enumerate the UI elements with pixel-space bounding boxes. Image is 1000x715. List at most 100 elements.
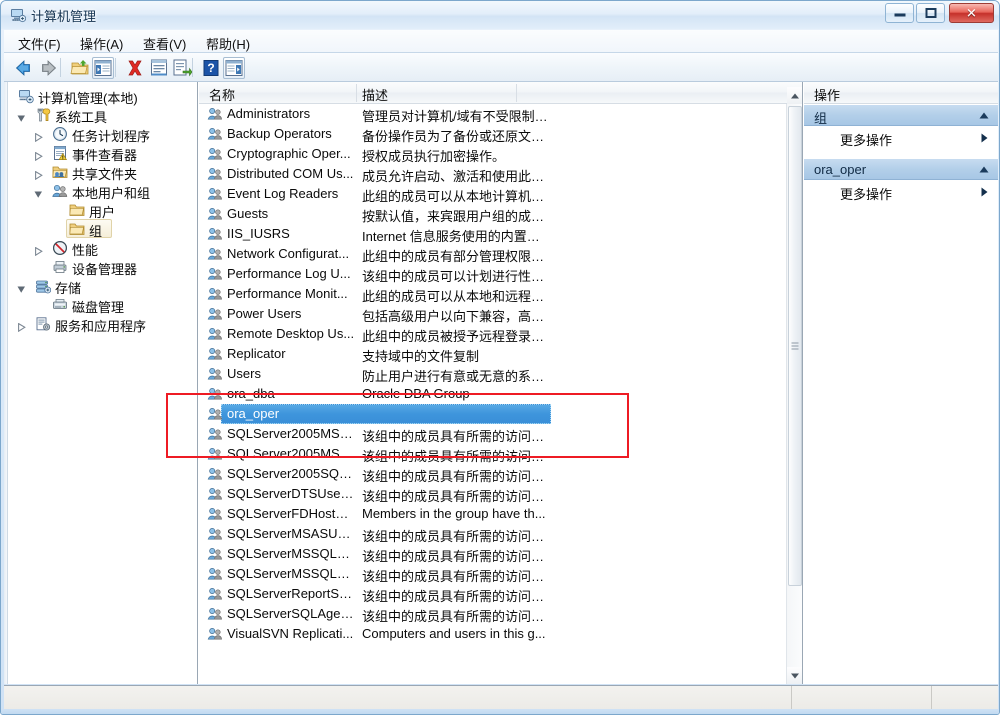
actions-panel-title: 操作 bbox=[804, 82, 998, 104]
tree-node-3[interactable]: 事件查看器 bbox=[4, 143, 197, 163]
table-row[interactable]: SQLServerMSSQLUs... 该组中的成员具有所需的访问权... bbox=[199, 564, 787, 584]
menu-action[interactable]: 操作(A) bbox=[80, 34, 123, 53]
table-row[interactable]: Event Log Readers 此组的成员可以从本地计算机中... bbox=[199, 184, 787, 204]
group-icon bbox=[207, 146, 223, 162]
scroll-up-arrow-icon bbox=[791, 93, 799, 98]
delete-icon[interactable] bbox=[124, 57, 146, 79]
scrollbar-thumb[interactable] bbox=[788, 106, 802, 586]
export-list-icon[interactable] bbox=[171, 57, 193, 79]
actions-more-actions-ora-oper[interactable]: 更多操作 bbox=[804, 181, 998, 203]
table-row[interactable]: SQLServerMSSQLSe... 该组中的成员具有所需的访问权... bbox=[199, 544, 787, 564]
table-row[interactable]: Users 防止用户进行有意或无意的系统... bbox=[199, 364, 787, 384]
toolbar-separator-2 bbox=[115, 58, 116, 77]
tree-expander-collapsed-icon[interactable] bbox=[17, 320, 26, 333]
actions-more-actions-groups[interactable]: 更多操作 bbox=[804, 127, 998, 149]
help-icon[interactable]: ? bbox=[200, 57, 222, 79]
back-arrow-icon[interactable] bbox=[12, 57, 34, 79]
actions-group-header-groups[interactable]: 组 bbox=[804, 104, 998, 126]
tree-node-5[interactable]: 本地用户和组 bbox=[4, 181, 197, 201]
group-icon bbox=[207, 486, 223, 502]
tree-node-8[interactable]: 性能 bbox=[4, 238, 197, 258]
table-row[interactable]: IIS_IUSRS Internet 信息服务使用的内置组。 bbox=[199, 224, 787, 244]
table-row[interactable]: VisualSVN Replicati... Computers and user… bbox=[199, 624, 787, 644]
table-row[interactable]: SQLServer2005SQL... 该组中的成员具有所需的访问权... bbox=[199, 464, 787, 484]
table-row[interactable]: SQLServer2005MSS... 该组中的成员具有所需的访问权... bbox=[199, 444, 787, 464]
group-description-cell: 授权成员执行加密操作。 bbox=[362, 149, 506, 164]
menu-file[interactable]: 文件(F) bbox=[18, 34, 61, 53]
table-row[interactable]: SQLServer2005MSS... 该组中的成员具有所需的访问权... bbox=[199, 424, 787, 444]
tree-expander-collapsed-icon[interactable] bbox=[34, 168, 43, 181]
show-hide-console-tree-icon[interactable] bbox=[92, 57, 114, 79]
group-description-cell: 该组中的成员具有所需的访问权... bbox=[362, 489, 552, 504]
chevron-up-icon bbox=[979, 112, 989, 119]
tree-node-4[interactable]: 共享文件夹 bbox=[4, 162, 197, 182]
tree-node-12[interactable]: 服务和应用程序 bbox=[4, 314, 197, 334]
table-row[interactable]: Cryptographic Oper... 授权成员执行加密操作。 bbox=[199, 144, 787, 164]
scroll-down-button[interactable] bbox=[787, 667, 802, 684]
tree-node-6[interactable]: 用户 bbox=[4, 200, 197, 220]
tree-expander-expanded-icon[interactable] bbox=[34, 187, 43, 198]
table-row[interactable]: Guests 按默认值，来宾跟用户组的成员... bbox=[199, 204, 787, 224]
tree-expander-expanded-icon[interactable] bbox=[17, 282, 26, 293]
tree-node-1[interactable]: 系统工具 bbox=[4, 105, 197, 125]
tree-expander-collapsed-icon[interactable] bbox=[34, 244, 43, 257]
group-description-cell: 支持域中的文件复制 bbox=[362, 349, 480, 364]
up-folder-icon[interactable] bbox=[69, 57, 91, 79]
table-row[interactable]: ora_oper bbox=[199, 404, 787, 424]
properties-icon[interactable] bbox=[148, 57, 170, 79]
column-divider-1[interactable] bbox=[356, 84, 357, 102]
table-row[interactable]: Performance Log U... 该组中的成员可以计划进行性能... bbox=[199, 264, 787, 284]
table-row[interactable]: Distributed COM Us... 成员允许启动、激活和使用此计... bbox=[199, 164, 787, 184]
group-name-cell: SQLServer2005SQL... bbox=[227, 466, 355, 481]
maximize-button[interactable] bbox=[916, 3, 945, 23]
tree-expander-collapsed-icon[interactable] bbox=[34, 130, 43, 143]
console-tree-panel: 计算机管理(本地) 系统工具 任务计划程序 事件查看器 共享文件夹 本地用户和组… bbox=[4, 82, 198, 684]
table-row[interactable]: SQLServerReportSe... 该组中的成员具有所需的访问权... bbox=[199, 584, 787, 604]
tree-node-9[interactable]: 设备管理器 bbox=[4, 257, 197, 277]
actions-more-actions-groups-label: 更多操作 bbox=[840, 133, 893, 148]
toolbar: ? bbox=[4, 53, 998, 82]
group-name-cell: SQLServer2005MSS... bbox=[227, 446, 355, 461]
list-vertical-scrollbar[interactable] bbox=[786, 87, 802, 684]
actions-group-header-ora-oper[interactable]: ora_oper bbox=[804, 158, 998, 180]
table-row[interactable]: SQLServerMSASUse... 该组中的成员具有所需的访问权... bbox=[199, 524, 787, 544]
group-description-cell: 该组中的成员具有所需的访问权... bbox=[362, 429, 552, 444]
show-action-pane-icon[interactable] bbox=[223, 57, 245, 79]
table-row[interactable]: SQLServerSQLAgent... 该组中的成员具有所需的访问权... bbox=[199, 604, 787, 624]
scroll-up-button[interactable] bbox=[787, 87, 802, 104]
tree-node-7[interactable]: 组 bbox=[4, 219, 197, 239]
tree-node-11[interactable]: 磁盘管理 bbox=[4, 295, 197, 315]
groups-list-panel: 名称 描述 Administrators 管理员对计算机/域有不受限制的... B… bbox=[199, 82, 803, 684]
main-content: 计算机管理(本地) 系统工具 任务计划程序 事件查看器 共享文件夹 本地用户和组… bbox=[4, 82, 998, 684]
table-row[interactable]: ora_dba Oracle DBA Group bbox=[199, 384, 787, 404]
table-row[interactable]: Administrators 管理员对计算机/域有不受限制的... bbox=[199, 104, 787, 124]
menu-help[interactable]: 帮助(H) bbox=[206, 34, 250, 53]
tree-node-10[interactable]: 存储 bbox=[4, 276, 197, 296]
group-description-cell: 该组中的成员具有所需的访问权... bbox=[362, 449, 552, 464]
table-row[interactable]: Network Configurat... 此组中的成员有部分管理权限来... bbox=[199, 244, 787, 264]
table-row[interactable]: Backup Operators 备份操作员为了备份或还原文件... bbox=[199, 124, 787, 144]
group-description-cell: 管理员对计算机/域有不受限制的... bbox=[362, 109, 552, 124]
table-row[interactable]: Remote Desktop Us... 此组中的成员被授予远程登录的... bbox=[199, 324, 787, 344]
close-button[interactable]: ✕ bbox=[949, 3, 994, 23]
table-row[interactable]: SQLServerDTSUser$... 该组中的成员具有所需的访问权... bbox=[199, 484, 787, 504]
column-header-description[interactable]: 描述 bbox=[362, 85, 388, 104]
forward-arrow-icon[interactable] bbox=[38, 57, 60, 79]
tree-expander-expanded-icon[interactable] bbox=[17, 111, 26, 122]
tree-node-2[interactable]: 任务计划程序 bbox=[4, 124, 197, 144]
table-row[interactable]: Power Users 包括高级用户以向下兼容，高级... bbox=[199, 304, 787, 324]
tools-icon bbox=[35, 107, 51, 123]
minimize-button[interactable] bbox=[885, 3, 914, 23]
group-description-cell: 该组中的成员具有所需的访问权... bbox=[362, 569, 552, 584]
chevron-up-icon bbox=[979, 166, 989, 173]
menu-view[interactable]: 查看(V) bbox=[143, 34, 186, 53]
table-row[interactable]: Performance Monit... 此组的成员可以从本地和远程访... bbox=[199, 284, 787, 304]
table-row[interactable]: SQLServerFDHostUs... Members in the group… bbox=[199, 504, 787, 524]
computer-management-window: 计算机管理 ✕ 文件(F) 操作(A) 查看(V) 帮助(H) ? 计算机管理(… bbox=[0, 0, 1000, 715]
column-header-name[interactable]: 名称 bbox=[209, 85, 235, 104]
group-description-cell: Computers and users in this g... bbox=[362, 626, 546, 641]
tree-node-0[interactable]: 计算机管理(本地) bbox=[4, 86, 197, 106]
table-row[interactable]: Replicator 支持域中的文件复制 bbox=[199, 344, 787, 364]
column-divider-2[interactable] bbox=[516, 84, 517, 102]
tree-expander-collapsed-icon[interactable] bbox=[34, 149, 43, 162]
